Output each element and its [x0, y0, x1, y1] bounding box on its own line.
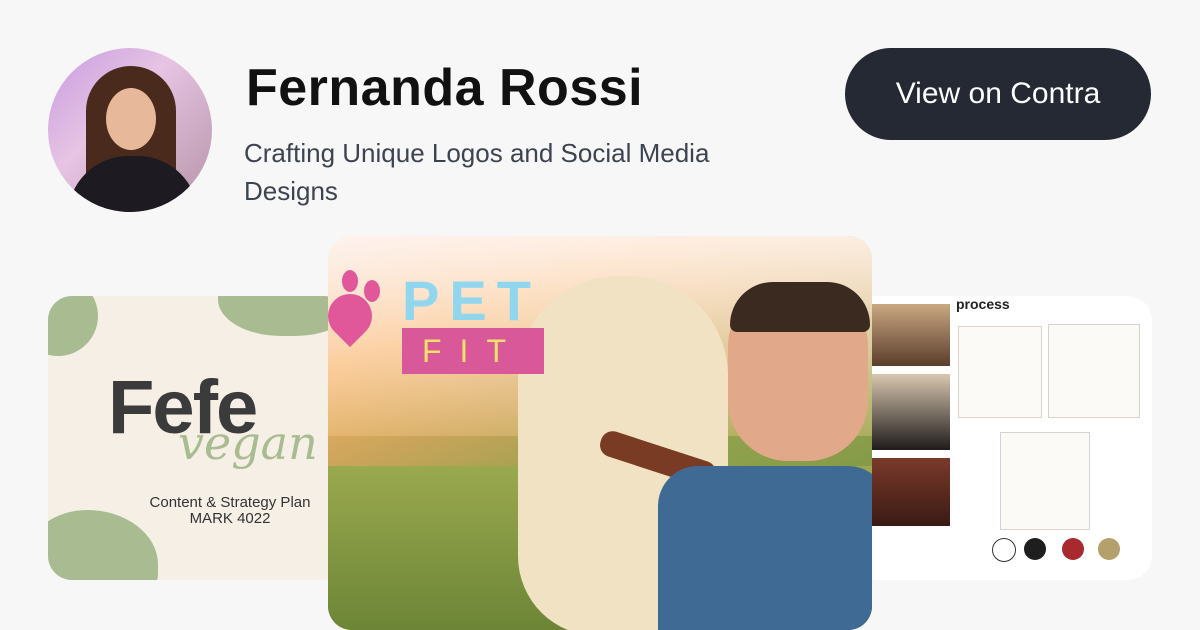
card-brand-script: vegan	[178, 416, 318, 470]
sketch-panel	[1048, 324, 1140, 418]
process-title: process	[956, 296, 1010, 312]
view-on-contra-button[interactable]: View on Contra	[845, 48, 1151, 140]
decor-blob	[48, 296, 98, 356]
portfolio-card-pet-fit[interactable]: PET FIT	[328, 236, 872, 630]
paw-toe-icon	[364, 280, 380, 302]
color-swatch	[1062, 538, 1084, 560]
portfolio-card-process[interactable]: process	[870, 296, 1152, 580]
portfolio-card-fefe-vegan[interactable]: Fefe vegan Content & Strategy Plan MARK …	[48, 296, 348, 580]
photo-man-body	[658, 466, 872, 630]
sketch-panel	[1000, 432, 1090, 530]
avatar-face	[106, 88, 156, 150]
color-swatch	[992, 538, 1016, 562]
paw-toe-icon	[342, 270, 358, 292]
sketch-panel	[958, 326, 1042, 418]
logo-fit-text: FIT	[402, 328, 544, 374]
profile-tagline: Crafting Unique Logos and Social Media D…	[244, 138, 710, 206]
color-swatch	[1098, 538, 1120, 560]
card-subtitle: Content & Strategy Plan	[149, 494, 311, 511]
logo-pet-text: PET	[402, 269, 541, 332]
profile-avatar	[48, 48, 212, 212]
process-photo	[872, 374, 950, 450]
card-course-code: MARK 4022	[189, 510, 271, 527]
process-photo	[872, 458, 950, 526]
profile-name: Fernanda Rossi	[246, 59, 644, 117]
process-photo	[872, 304, 950, 366]
color-swatch	[1024, 538, 1046, 560]
photo-man-hair	[730, 282, 870, 332]
